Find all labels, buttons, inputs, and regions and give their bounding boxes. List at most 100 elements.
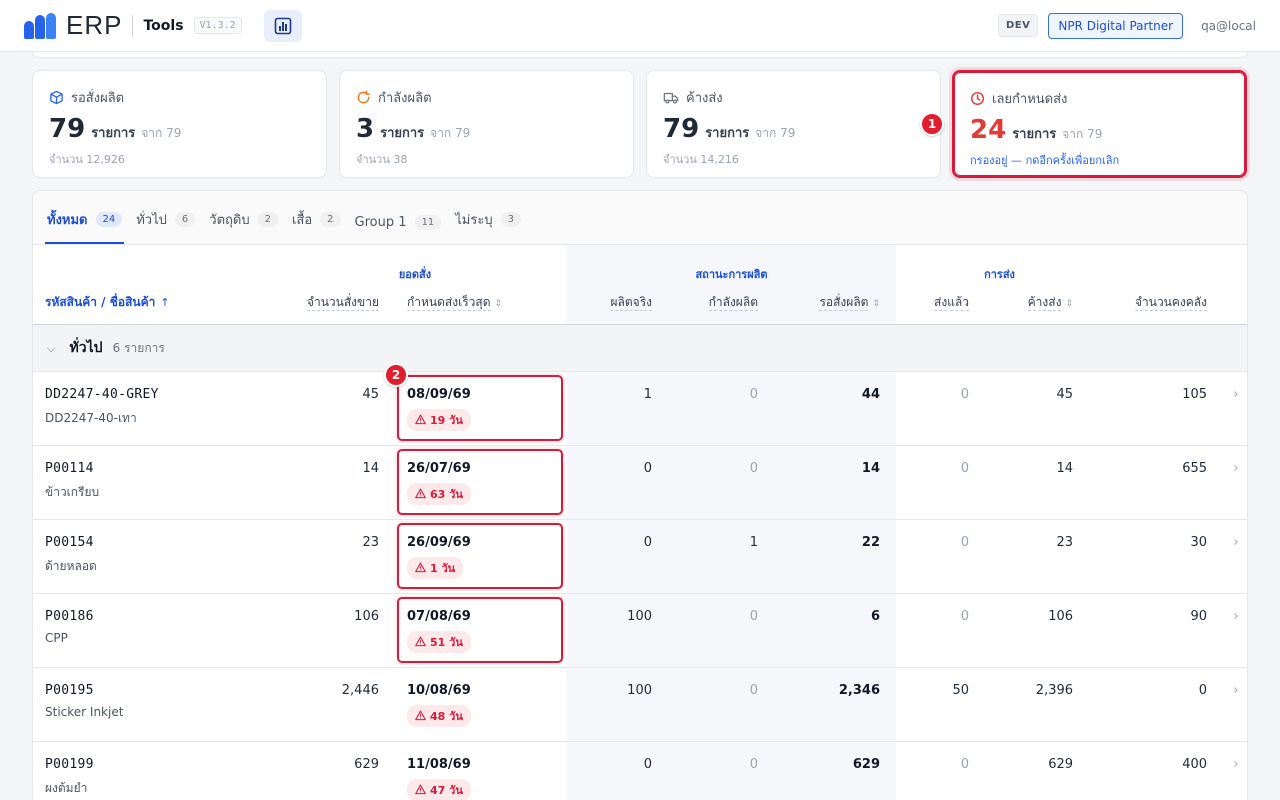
stat-total: จาก 79	[430, 126, 471, 140]
user-menu[interactable]: qa@local	[1201, 19, 1256, 33]
chevron-right-icon[interactable]: ›	[1223, 445, 1247, 520]
due-cell: 26/09/69 1 วัน	[395, 519, 567, 594]
pending-cell: 44	[774, 371, 897, 446]
sort-icon: ⇕	[1065, 299, 1074, 309]
stock-cell: 105	[1089, 371, 1224, 446]
produced-cell: 1	[567, 371, 668, 446]
dashboard-button[interactable]	[263, 9, 302, 42]
backlog-cell: 23	[985, 519, 1090, 594]
stat-total: จาก 79	[1062, 127, 1103, 141]
product-code: P00154	[45, 534, 94, 550]
stat-unit: รายการ	[705, 126, 750, 141]
tab-raw-material[interactable]: วัตถุดิบ 2	[207, 209, 280, 244]
section-title: ทั่วไป	[69, 339, 103, 356]
chevron-right-icon[interactable]: ›	[1223, 667, 1247, 742]
due-date: 26/09/69	[407, 534, 471, 550]
stat-value: 24	[970, 115, 1007, 145]
in-progress-cell: 0	[668, 445, 774, 520]
tab-general[interactable]: ทั่วไป 6	[134, 209, 197, 244]
pending-cell: 2,346	[774, 667, 897, 742]
pending-cell: 629	[774, 741, 897, 800]
overdue-badge: 48 วัน	[407, 704, 471, 727]
product-name: DD2247-40-เทา	[45, 410, 137, 425]
due-cell: 07/08/69 51 วัน	[395, 593, 567, 668]
col-order-qty[interactable]: จำนวนสั่งขาย	[263, 289, 395, 325]
stat-card-overdue[interactable]: เลยกำหนดส่ง 24 รายการ จาก 79 กรองอยู่ — …	[952, 70, 1247, 178]
produced-cell: 100	[567, 667, 668, 742]
product-cell: P00186 CPP	[33, 593, 263, 668]
shipped-cell: 0	[896, 741, 986, 800]
backlog-cell: 629	[985, 741, 1090, 800]
table-row[interactable]: P00186 CPP 106 07/08/69 51 วัน 100 0 6 0 106 90 ›	[33, 593, 1247, 668]
table-row[interactable]: P00195 Sticker Inkjet 2,446 10/08/69 48 วัน 1…	[33, 667, 1247, 742]
tab-shirt[interactable]: เสื้อ 2	[290, 209, 343, 244]
product-cell: DD2247-40-GREY DD2247-40-เทา	[33, 371, 263, 446]
chevron-right-icon[interactable]: ›	[1223, 371, 1247, 446]
col-produced[interactable]: ผลิตจริง	[567, 289, 668, 325]
truck-icon	[663, 92, 679, 104]
shipped-cell: 50	[896, 667, 986, 742]
col-due[interactable]: กำหนดส่งเร็วสุด ⇕	[395, 289, 567, 325]
col-product[interactable]: รหัสสินค้า / ชื่อสินค้า ↑	[33, 289, 263, 325]
version-badge: V1.3.2	[193, 17, 242, 34]
group-production: สถานะการผลิต	[567, 245, 897, 289]
app-name: Tools	[143, 17, 184, 34]
backlog-cell: 2,396	[985, 667, 1090, 742]
col-in-progress[interactable]: กำลังผลิต	[668, 289, 774, 325]
stat-card-in-production[interactable]: กำลังผลิต 3 รายการ จาก 79 จำนวน 38	[339, 70, 634, 178]
chevron-down-icon[interactable]: ⌵	[47, 342, 55, 355]
due-date: 10/08/69	[407, 682, 471, 698]
warning-icon	[415, 414, 426, 425]
section-row[interactable]: ⌵ ทั่วไป 6 รายการ	[33, 324, 1247, 372]
due-cell: 11/08/69 47 วัน	[395, 741, 567, 800]
tab-count: 3	[500, 212, 521, 227]
overdue-badge: 51 วัน	[407, 630, 471, 653]
order-qty-cell: 2,446	[263, 667, 395, 742]
tab-unspecified[interactable]: ไม่ระบุ 3	[453, 209, 523, 244]
col-stock[interactable]: จำนวนคงคลัง	[1089, 289, 1224, 325]
table-row[interactable]: DD2247-40-GREY DD2247-40-เทา 45 08/09/69 19 …	[33, 371, 1247, 446]
stat-quantity: จำนวน 12,926	[49, 153, 125, 166]
col-pending-label: รอสั่งผลิต	[819, 295, 869, 311]
chevron-right-icon[interactable]: ›	[1223, 741, 1247, 800]
tab-label: ทั้งหมด	[47, 213, 88, 228]
table-row[interactable]: P00154 ด้ายหลอด 23 26/09/69 1 วัน 0 1 22 0 23 30 ›	[33, 519, 1247, 594]
env-badge: DEV	[997, 14, 1039, 37]
collapsed-panel-edge	[32, 52, 1248, 58]
col-shipped[interactable]: ส่งแล้ว	[896, 289, 986, 325]
shipped-cell: 0	[896, 519, 986, 594]
stat-card-backlog[interactable]: ค้างส่ง 79 รายการ จาก 79 จำนวน 14,216	[646, 70, 941, 178]
product-table-panel: ทั้งหมด 24 ทั่วไป 6 วัตถุดิบ 2 เสื้อ 2 Group…	[32, 190, 1248, 800]
table-row[interactable]: P00114 ข้าวเกรียบ 14 26/07/69 63 วัน 0 0 14 0 14 6…	[33, 445, 1247, 520]
cube-icon	[50, 90, 63, 105]
tab-all[interactable]: ทั้งหมด 24	[45, 209, 125, 244]
stat-total: จาก 79	[141, 126, 182, 140]
product-code: DD2247-40-GREY	[45, 386, 159, 402]
col-backlog-label: ค้างส่ง	[1027, 295, 1062, 311]
group-header-row: ยอดสั่ง สถานะการผลิต การส่ง	[33, 245, 1247, 289]
chevron-right-icon[interactable]: ›	[1223, 519, 1247, 594]
chevron-right-icon[interactable]: ›	[1223, 593, 1247, 668]
logo-icon	[24, 12, 60, 39]
warning-icon	[415, 636, 426, 647]
app-logo[interactable]: ERP	[24, 10, 122, 41]
warning-icon	[415, 784, 426, 795]
overdue-badge: 19 วัน	[407, 408, 471, 431]
col-due-label: กำหนดส่งเร็วสุด	[407, 295, 491, 311]
tab-group-1[interactable]: Group 1 11	[353, 215, 444, 244]
overdue-badge: 63 วัน	[407, 482, 471, 505]
col-pending[interactable]: รอสั่งผลิต ⇕	[774, 289, 897, 325]
col-backlog[interactable]: ค้างส่ง ⇕	[985, 289, 1090, 325]
partner-button[interactable]: NPR Digital Partner	[1048, 12, 1184, 39]
backlog-cell: 45	[985, 371, 1090, 446]
stat-quantity: จำนวน 14,216	[663, 153, 739, 166]
product-cell: P00195 Sticker Inkjet	[33, 667, 263, 742]
tab-count: 11	[414, 215, 442, 230]
product-name: Sticker Inkjet	[45, 704, 124, 719]
order-qty-cell: 106	[263, 593, 395, 668]
header-divider	[132, 14, 134, 37]
order-qty-cell: 14	[263, 445, 395, 520]
table-row[interactable]: P00199 ผงต้มยำ 629 11/08/69 47 วัน 0 0 629 0 629 4…	[33, 741, 1247, 800]
stat-value: 3	[356, 114, 375, 144]
stat-card-pending[interactable]: รอสั่งผลิต 79 รายการ จาก 79 จำนวน 12,926	[32, 70, 327, 178]
